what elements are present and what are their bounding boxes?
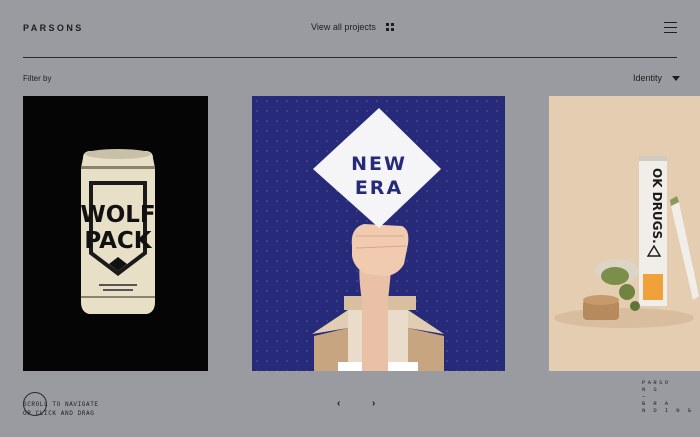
hamburger-menu-icon[interactable] xyxy=(664,22,677,33)
project-card-ok-drugs[interactable]: OK DRUGS. xyxy=(549,96,700,371)
project-card-new-era[interactable]: NEW ERA xyxy=(252,96,505,371)
new-era-hand-sign-image: NEW ERA xyxy=(252,96,505,371)
next-arrow-button[interactable]: › xyxy=(372,398,375,409)
wolf-pack-can-image: WOLF PACK xyxy=(23,96,208,371)
filter-selected-value: Identity xyxy=(633,73,663,83)
view-all-label: View all projects xyxy=(311,22,376,32)
chevron-down-icon xyxy=(672,75,681,81)
branding-line: B R A xyxy=(642,400,671,407)
previous-arrow-button[interactable]: ‹ xyxy=(337,398,340,409)
filter-label: Filter by xyxy=(23,74,52,83)
branding-line: — xyxy=(642,393,648,400)
grid-icon xyxy=(385,23,394,31)
view-all-projects-link[interactable]: View all projects xyxy=(311,22,394,32)
branding-line: N D I N G xyxy=(642,407,694,414)
filter-dropdown[interactable]: Identity xyxy=(633,73,681,83)
sign-text-new: NEW xyxy=(351,153,407,175)
sign-text-era: ERA xyxy=(355,177,403,199)
branding-line: N S xyxy=(642,386,660,393)
ok-drugs-product-image: OK DRUGS. xyxy=(549,96,700,371)
brand-logo[interactable]: PARSONS xyxy=(23,23,84,33)
scroll-hint-line-2: OR CLICK AND DRAG xyxy=(23,410,95,417)
project-card-wolf-pack[interactable]: WOLF PACK xyxy=(23,96,208,371)
can-text-wolf: WOLF xyxy=(80,202,155,228)
parsons-branding-mark: PARSO N S — B R A N D I N G xyxy=(642,379,694,414)
header-divider xyxy=(23,57,677,58)
can-text-pack: PACK xyxy=(84,228,152,254)
branding-line: PARSO xyxy=(642,379,671,386)
scroll-hint-line-1: SCROLL TO NAVIGATE xyxy=(23,401,99,408)
tube-text: OK DRUGS. xyxy=(650,168,664,244)
